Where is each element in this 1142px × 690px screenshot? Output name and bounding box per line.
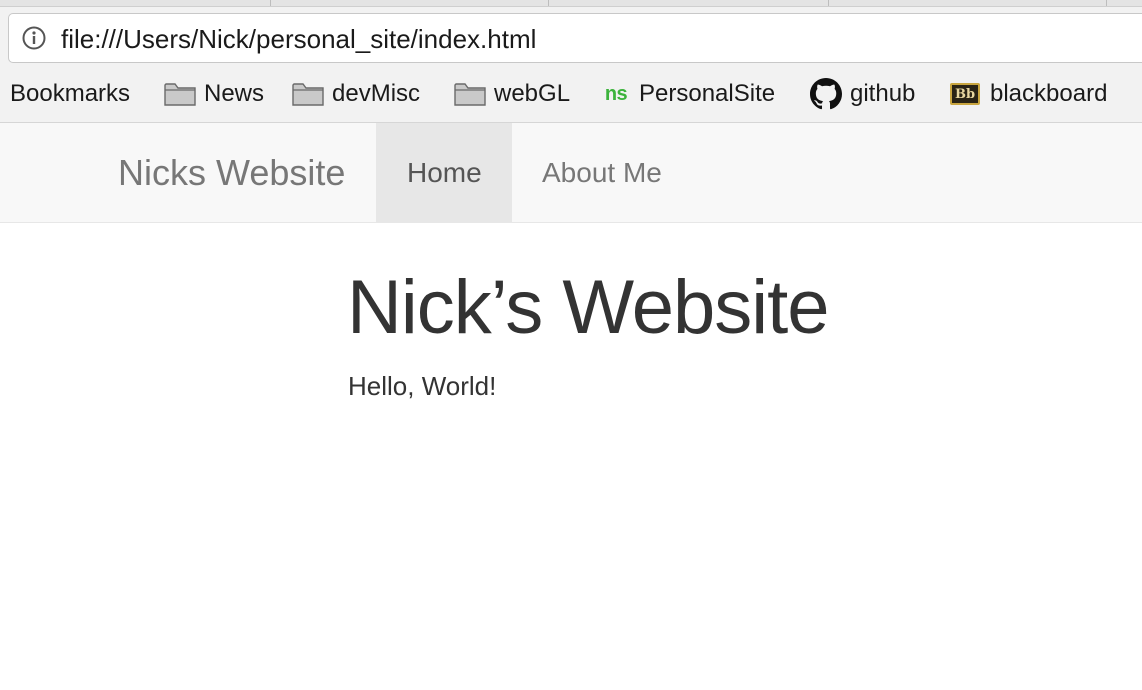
tab-strip (0, 0, 1142, 7)
github-icon (810, 78, 842, 110)
address-bar-url[interactable]: file:///Users/Nick/personal_site/index.h… (61, 23, 536, 55)
bookmark-blackboard[interactable]: Bb blackboard (950, 74, 1107, 114)
folder-icon (292, 83, 324, 106)
address-bar[interactable]: file:///Users/Nick/personal_site/index.h… (8, 13, 1142, 63)
info-icon[interactable] (22, 26, 46, 50)
bookmark-github[interactable]: github (810, 74, 915, 114)
bookmark-label: github (850, 80, 916, 107)
ns-favicon-icon: ns (604, 82, 628, 105)
bookmark-label: devMisc (332, 80, 421, 107)
bookmark-webgl[interactable]: webGL (454, 74, 570, 114)
bookmark-label: webGL (494, 80, 571, 107)
bookmark-news[interactable]: News (164, 74, 264, 114)
tab-separator (270, 0, 271, 6)
nav-item-about-me[interactable]: About Me (512, 123, 692, 222)
nav-item-label: About Me (542, 157, 662, 188)
folder-icon (454, 83, 486, 106)
bookmark-label: blackboard (990, 80, 1108, 107)
tab-separator (828, 0, 829, 6)
bookmarks-menu[interactable]: Bookmarks (10, 74, 130, 114)
browser-chrome: file:///Users/Nick/personal_site/index.h… (0, 0, 1142, 123)
bookmark-label: PersonalSite (639, 80, 776, 107)
tab-separator (1106, 0, 1107, 6)
nav-item-label: Home (407, 157, 482, 188)
page-text: Hello, World! (348, 371, 497, 401)
site-navbar: Nicks Website Home About Me (0, 123, 1142, 223)
navbar-brand[interactable]: Nicks Website (118, 123, 345, 222)
folder-icon (164, 83, 196, 106)
nav-item-home[interactable]: Home (376, 123, 512, 222)
bookmarks-bar: Bookmarks News devMisc webGL ns Personal… (0, 74, 1142, 114)
bookmark-label: News (204, 80, 265, 107)
blackboard-icon: Bb (950, 83, 980, 105)
tab-separator (548, 0, 549, 6)
bookmark-personalsite[interactable]: ns PersonalSite (601, 74, 775, 114)
bookmarks-label: Bookmarks (10, 80, 131, 107)
page-title: Nick’s Website (347, 265, 830, 350)
bookmark-devmisc[interactable]: devMisc (292, 74, 420, 114)
